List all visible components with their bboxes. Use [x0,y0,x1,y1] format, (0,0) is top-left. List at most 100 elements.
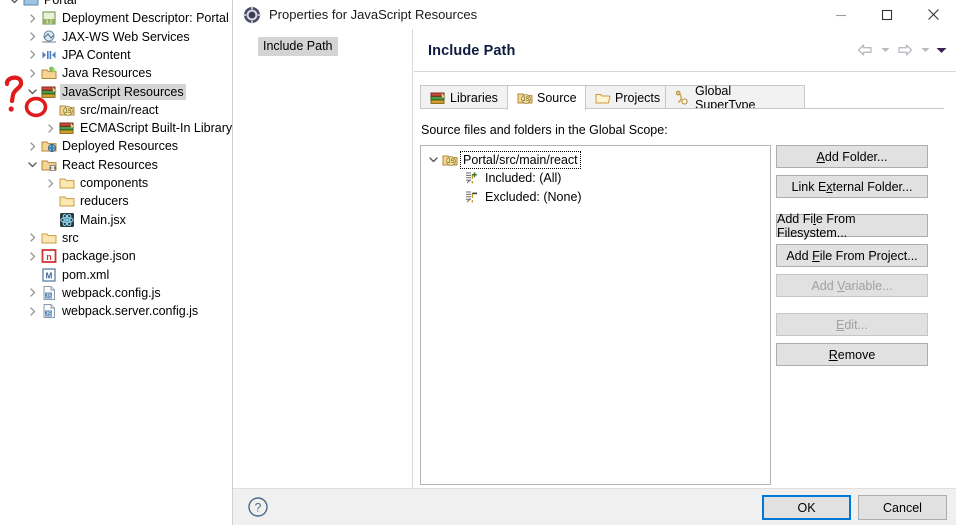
tree-item[interactable]: ECMAScript Built-In Library [0,119,232,137]
screen: Portal 3.0 Deployment Descriptor: Portal JA… [0,0,956,525]
tree-item[interactable]: Portal [0,0,232,9]
tree-item[interactable]: JS src/main/react [0,101,232,119]
tree-item-label: Java Resources [62,66,152,81]
javascript-resources-icon [40,84,58,100]
source-tree-label: Portal/src/main/react [460,150,581,169]
tree-item[interactable]: Java Resources [0,64,232,82]
ok-button[interactable]: OK [762,495,851,520]
svg-text:JS: JS [64,109,71,115]
js-file-icon: JS [40,303,58,319]
svg-text:3.0: 3.0 [46,20,53,26]
tree-twisty-icon[interactable] [24,284,40,302]
forward-dropdown-caret-icon[interactable] [918,40,932,60]
tab-label: Projects [615,90,661,105]
tab-projects[interactable]: Projects [585,85,666,109]
tree-item-label: Deployment Descriptor: Portal [62,11,229,26]
minimize-button[interactable] [818,0,864,29]
tree-twisty-icon[interactable] [42,101,58,119]
source-tree-row[interactable]: Included: (All) [421,169,563,188]
tree-twisty-icon[interactable] [24,302,40,320]
source-entries-tree[interactable]: JS Portal/src/main/react Included: (All) Ex… [420,145,771,485]
source-tree-label: Included: (All) [485,171,562,185]
tree-twisty-icon[interactable] [24,137,40,155]
dialog-nav-item-include-path[interactable]: Include Path [258,37,338,56]
tree-twisty-icon[interactable] [24,247,40,265]
project-explorer-panel[interactable]: Portal 3.0 Deployment Descriptor: Portal JA… [0,0,232,525]
tree-twisty-icon[interactable] [42,174,58,192]
tree-twisty-icon[interactable] [42,211,58,229]
tab-libraries[interactable]: Libraries [420,85,508,109]
tree-item[interactable]: src [0,229,232,247]
back-dropdown-caret-icon[interactable] [878,40,892,60]
add-file-from-filesystem-button[interactable]: Add File From Filesystem... [776,212,928,240]
tree-item[interactable]: JAX-WS Web Services [0,28,232,46]
back-arrow-button[interactable] [854,40,876,60]
source-tree-twisty-icon[interactable] [425,151,441,169]
jpa-icon [40,47,58,63]
tree-twisty-icon[interactable] [24,9,40,27]
tree-item[interactable]: React Resources [0,156,232,174]
dialog-titlebar[interactable]: Properties for JavaScript Resources [233,0,956,29]
tree-twisty-icon[interactable] [24,28,40,46]
button-label: Add Variable... [811,278,893,293]
tab-source[interactable]: JS Source [507,85,586,110]
tree-item[interactable]: JPA Content [0,46,232,64]
cancel-button[interactable]: Cancel [858,495,947,520]
tree-item[interactable]: Deployed Resources [0,137,232,155]
add-folder-button[interactable]: Add Folder... [776,145,928,168]
tree-item[interactable]: Main.jsx [0,211,232,229]
source-tree-twisty-icon[interactable] [447,188,463,206]
tree-item-label: pom.xml [62,267,110,282]
tree-item[interactable]: Mpom.xml [0,266,232,284]
button-label: Add File From Project... [786,248,918,263]
folder-icon [40,230,58,246]
tree-item-label: JavaScript Resources [60,83,186,100]
source-tree-row[interactable]: JS Portal/src/main/react [421,150,581,169]
maven-file-icon: M [40,267,58,283]
included-filter-icon [463,170,481,186]
tree-twisty-icon[interactable] [24,266,40,284]
folder-icon [58,175,76,191]
tree-twisty-icon[interactable] [24,64,40,82]
source-folder-icon [40,157,58,173]
source-tree-twisty-icon[interactable] [447,169,463,187]
tree-item[interactable]: JS webpack.config.js [0,284,232,302]
tree-twisty-icon[interactable] [24,156,40,174]
page-menu-caret-icon[interactable] [934,40,948,60]
tree-twisty-icon[interactable] [24,83,40,101]
tree-twisty-icon[interactable] [24,229,40,247]
include-path-tabs[interactable]: Libraries JS Source Projects Global SuperTyp… [420,84,950,112]
source-tree-row[interactable]: Excluded: (None) [421,187,584,206]
svg-text:?: ? [255,500,262,514]
link-external-folder-button[interactable]: Link External Folder... [776,175,928,198]
excluded-filter-icon [463,189,481,205]
tree-item-label: Deployed Resources [62,139,179,154]
tree-item-label: Main.jsx [80,212,126,227]
tree-item[interactable]: 3.0 Deployment Descriptor: Portal [0,9,232,27]
help-icon[interactable]: ? [247,496,269,518]
include-path-page: Include Path Libraries JS Source Project… [414,29,956,488]
close-button[interactable] [910,0,956,29]
tree-item[interactable]: JS webpack.server.config.js [0,302,232,320]
tree-item[interactable]: JavaScript Resources [0,83,232,101]
button-label: Remove [828,347,876,362]
js-source-icon: JS [517,90,533,106]
react-file-icon [58,212,76,228]
maximize-button[interactable] [864,0,910,29]
svg-text:M: M [46,271,53,280]
tree-item[interactable]: n package.json [0,247,232,265]
tree-item[interactable]: components [0,174,232,192]
remove-button[interactable]: Remove [776,343,928,366]
js-source-folder-icon: JS [441,152,459,168]
forward-arrow-button[interactable] [894,40,916,60]
tree-twisty-icon[interactable] [6,0,22,9]
tree-twisty-icon[interactable] [42,119,58,137]
tree-item-label: src/main/react [80,102,159,117]
add-file-from-project-button[interactable]: Add File From Project... [776,244,928,267]
java-resources-icon [40,65,58,81]
tree-twisty-icon[interactable] [42,192,58,210]
dialog-page-list[interactable]: Include Path [233,29,413,488]
tree-item[interactable]: reducers [0,192,232,210]
tab-global-supertype[interactable]: Global SuperType [665,84,805,112]
tree-twisty-icon[interactable] [24,46,40,64]
